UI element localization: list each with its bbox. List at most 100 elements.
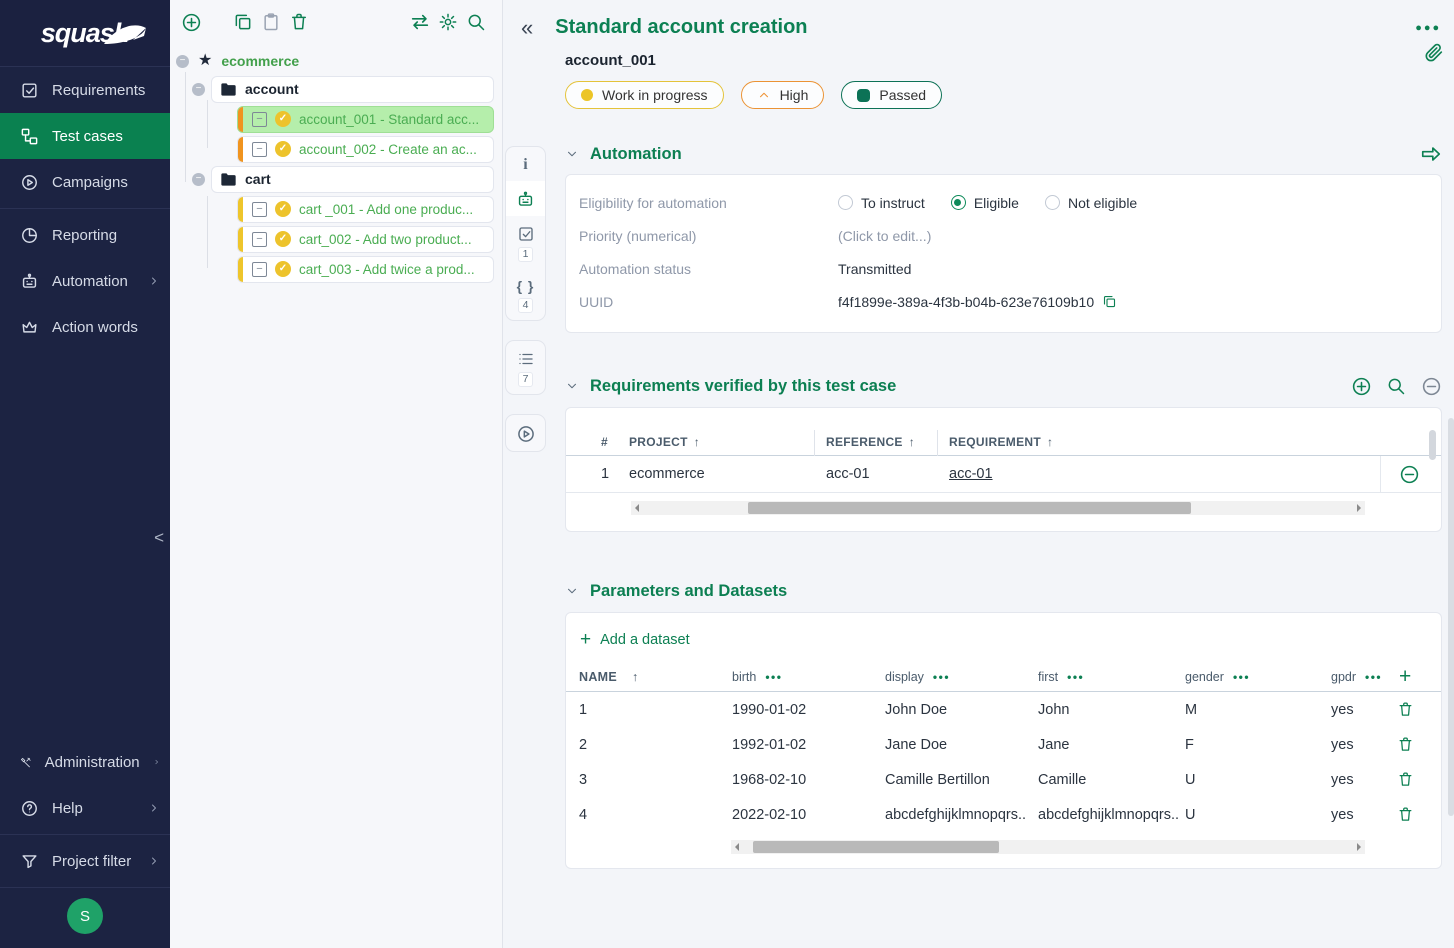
column-menu-icon[interactable]: ••• — [1365, 670, 1382, 684]
attachments-paperclip-icon[interactable] — [1423, 40, 1445, 66]
tree-case-cart-001[interactable]: − ✓ cart _001 - Add one produc... — [237, 194, 502, 224]
requirement-link[interactable]: acc-01 — [949, 466, 993, 482]
tree-case-cart-003[interactable]: − ✓ cart_003 - Add twice a prod... — [237, 254, 502, 284]
scrollbar-thumb[interactable] — [748, 502, 1191, 514]
sidebar-item-help[interactable]: Help — [0, 785, 170, 831]
clipboard-icon — [261, 12, 281, 32]
scroll-left-arrow[interactable] — [631, 501, 641, 515]
column-header-birth[interactable]: birth••• — [732, 670, 885, 684]
delete-dataset-icon[interactable] — [1382, 771, 1428, 788]
chevron-down-icon[interactable] — [565, 379, 579, 393]
sidebar-item-reporting[interactable]: Reporting — [0, 212, 170, 258]
sidebar-item-administration[interactable]: Administration — [0, 739, 170, 785]
datasets-horizontal-scrollbar[interactable] — [731, 840, 1365, 854]
scroll-left-arrow[interactable] — [731, 840, 741, 854]
tab-steps[interactable]: 1 — [506, 216, 545, 269]
add-dataset-button[interactable]: + Add a dataset — [566, 626, 1441, 662]
column-menu-icon[interactable]: ••• — [1233, 670, 1250, 684]
sidebar-collapse-icon[interactable]: < — [154, 528, 164, 548]
sidebar-item-requirements[interactable]: Requirements — [0, 67, 170, 113]
tree-project-row[interactable]: − ★ ecommerce — [170, 48, 502, 74]
add-requirement-icon[interactable] — [1350, 375, 1372, 397]
column-header-gpdr[interactable]: gpdr••• — [1331, 670, 1382, 684]
dataset-row[interactable]: 2 1992-01-02 Jane Doe Jane F yes — [566, 727, 1441, 762]
collapse-minus-icon[interactable]: − — [192, 173, 205, 186]
column-menu-icon[interactable]: ••• — [1067, 670, 1084, 684]
import-export-button[interactable] — [406, 8, 434, 36]
tree-case-account-001[interactable]: − ✓ account_001 - Standard acc... — [237, 104, 502, 134]
collapse-panel-icon[interactable]: « — [521, 18, 533, 38]
execution-status-chip[interactable]: Passed — [841, 81, 942, 109]
page-vertical-scrollbar[interactable] — [1448, 418, 1454, 816]
importance-chip[interactable]: High — [741, 81, 825, 109]
dataset-row[interactable]: 1 1990-01-02 John Doe John M yes — [566, 692, 1441, 727]
sidebar-item-automation[interactable]: Automation — [0, 258, 170, 304]
column-menu-icon[interactable]: ••• — [765, 670, 782, 684]
tree-search-button[interactable] — [462, 8, 490, 36]
paste-button[interactable] — [257, 8, 285, 36]
squash-logo[interactable]: squash — [0, 0, 170, 67]
sidebar-item-action-words[interactable]: Action words — [0, 304, 170, 350]
tree-folder-account[interactable]: − account — [192, 74, 502, 104]
tab-executions[interactable] — [506, 415, 545, 451]
status-chip[interactable]: Work in progress — [565, 81, 724, 109]
detail-tab-strip: i 1 { } 4 7 — [503, 146, 546, 452]
copy-button[interactable] — [229, 8, 257, 36]
sidebar-item-project-filter[interactable]: Project filter — [0, 838, 170, 884]
chevron-right-icon — [148, 802, 160, 814]
requirement-row[interactable]: 1 ecommerce acc-01 acc-01 — [566, 456, 1441, 493]
add-parameter-icon[interactable]: + — [1382, 668, 1428, 686]
copy-uuid-icon[interactable] — [1102, 294, 1117, 309]
sidebar-item-campaigns[interactable]: Campaigns — [0, 159, 170, 205]
radio-to-instruct[interactable]: To instruct — [838, 195, 925, 211]
priority-value[interactable]: (Click to edit...) — [838, 228, 931, 244]
sidebar-item-test-cases[interactable]: Test cases — [0, 113, 170, 159]
column-header[interactable]: # — [601, 435, 629, 449]
tree-body: − ★ ecommerce − account − ✓ account_001 … — [170, 44, 502, 948]
collapse-minus-icon[interactable]: − — [176, 55, 189, 68]
unlink-requirement-icon[interactable] — [1395, 461, 1423, 489]
dataset-row[interactable]: 4 2022-02-10 abcdefghijklmnopqrs... abcd… — [566, 797, 1441, 832]
delete-dataset-icon[interactable] — [1382, 736, 1428, 753]
folder-label: cart — [245, 171, 271, 187]
radio-eligible[interactable]: Eligible — [951, 195, 1019, 211]
tab-information[interactable]: i — [506, 147, 545, 181]
requirements-vertical-scrollbar[interactable] — [1429, 430, 1436, 460]
column-header-first[interactable]: first••• — [1038, 670, 1185, 684]
search-requirement-icon[interactable] — [1385, 375, 1407, 397]
delete-dataset-icon[interactable] — [1382, 701, 1428, 718]
tab-history[interactable]: 7 — [506, 341, 545, 394]
scroll-right-arrow[interactable] — [1355, 840, 1365, 854]
column-menu-icon[interactable]: ••• — [933, 670, 950, 684]
column-header[interactable]: PROJECT↑ — [629, 435, 826, 449]
tree-folder-cart[interactable]: − cart — [192, 164, 502, 194]
tree-case-account-002[interactable]: − ✓ account_002 - Create an ac... — [237, 134, 502, 164]
scrollbar-thumb[interactable] — [753, 841, 999, 853]
tree-case-cart-002[interactable]: − ✓ cart_002 - Add two product... — [237, 224, 502, 254]
delete-dataset-icon[interactable] — [1382, 806, 1428, 823]
column-header-gender[interactable]: gender••• — [1185, 670, 1331, 684]
chevron-down-icon[interactable] — [565, 147, 579, 161]
column-header[interactable]: REQUIREMENT↑ — [949, 435, 1371, 449]
dataset-row[interactable]: 3 1968-02-10 Camille Bertillon Camille U… — [566, 762, 1441, 797]
play-circle-icon — [516, 424, 536, 444]
remove-requirement-icon[interactable] — [1420, 375, 1442, 397]
requirements-horizontal-scrollbar[interactable] — [631, 501, 1365, 515]
test-case-label: account_002 - Create an ac... — [299, 142, 477, 157]
go-to-automation-icon[interactable] — [1420, 143, 1442, 165]
chevron-down-icon[interactable] — [565, 584, 579, 598]
collapse-minus-icon[interactable]: − — [192, 83, 205, 96]
column-header-display[interactable]: display••• — [885, 670, 1038, 684]
new-item-button[interactable] — [177, 8, 205, 36]
more-menu-icon[interactable]: ●●● — [1415, 22, 1441, 34]
column-header-name[interactable]: NAME↑ — [579, 670, 732, 684]
tree-settings-button[interactable] — [434, 8, 462, 36]
scroll-right-arrow[interactable] — [1355, 501, 1365, 515]
page-header: « Standard account creation ●●● account_… — [503, 0, 1454, 109]
column-header[interactable]: REFERENCE↑ — [826, 435, 949, 449]
tab-automation[interactable] — [506, 181, 545, 216]
delete-button[interactable] — [285, 8, 313, 36]
radio-not-eligible[interactable]: Not eligible — [1045, 195, 1137, 211]
user-avatar[interactable]: S — [67, 898, 103, 934]
tab-parameters[interactable]: { } 4 — [506, 269, 545, 320]
